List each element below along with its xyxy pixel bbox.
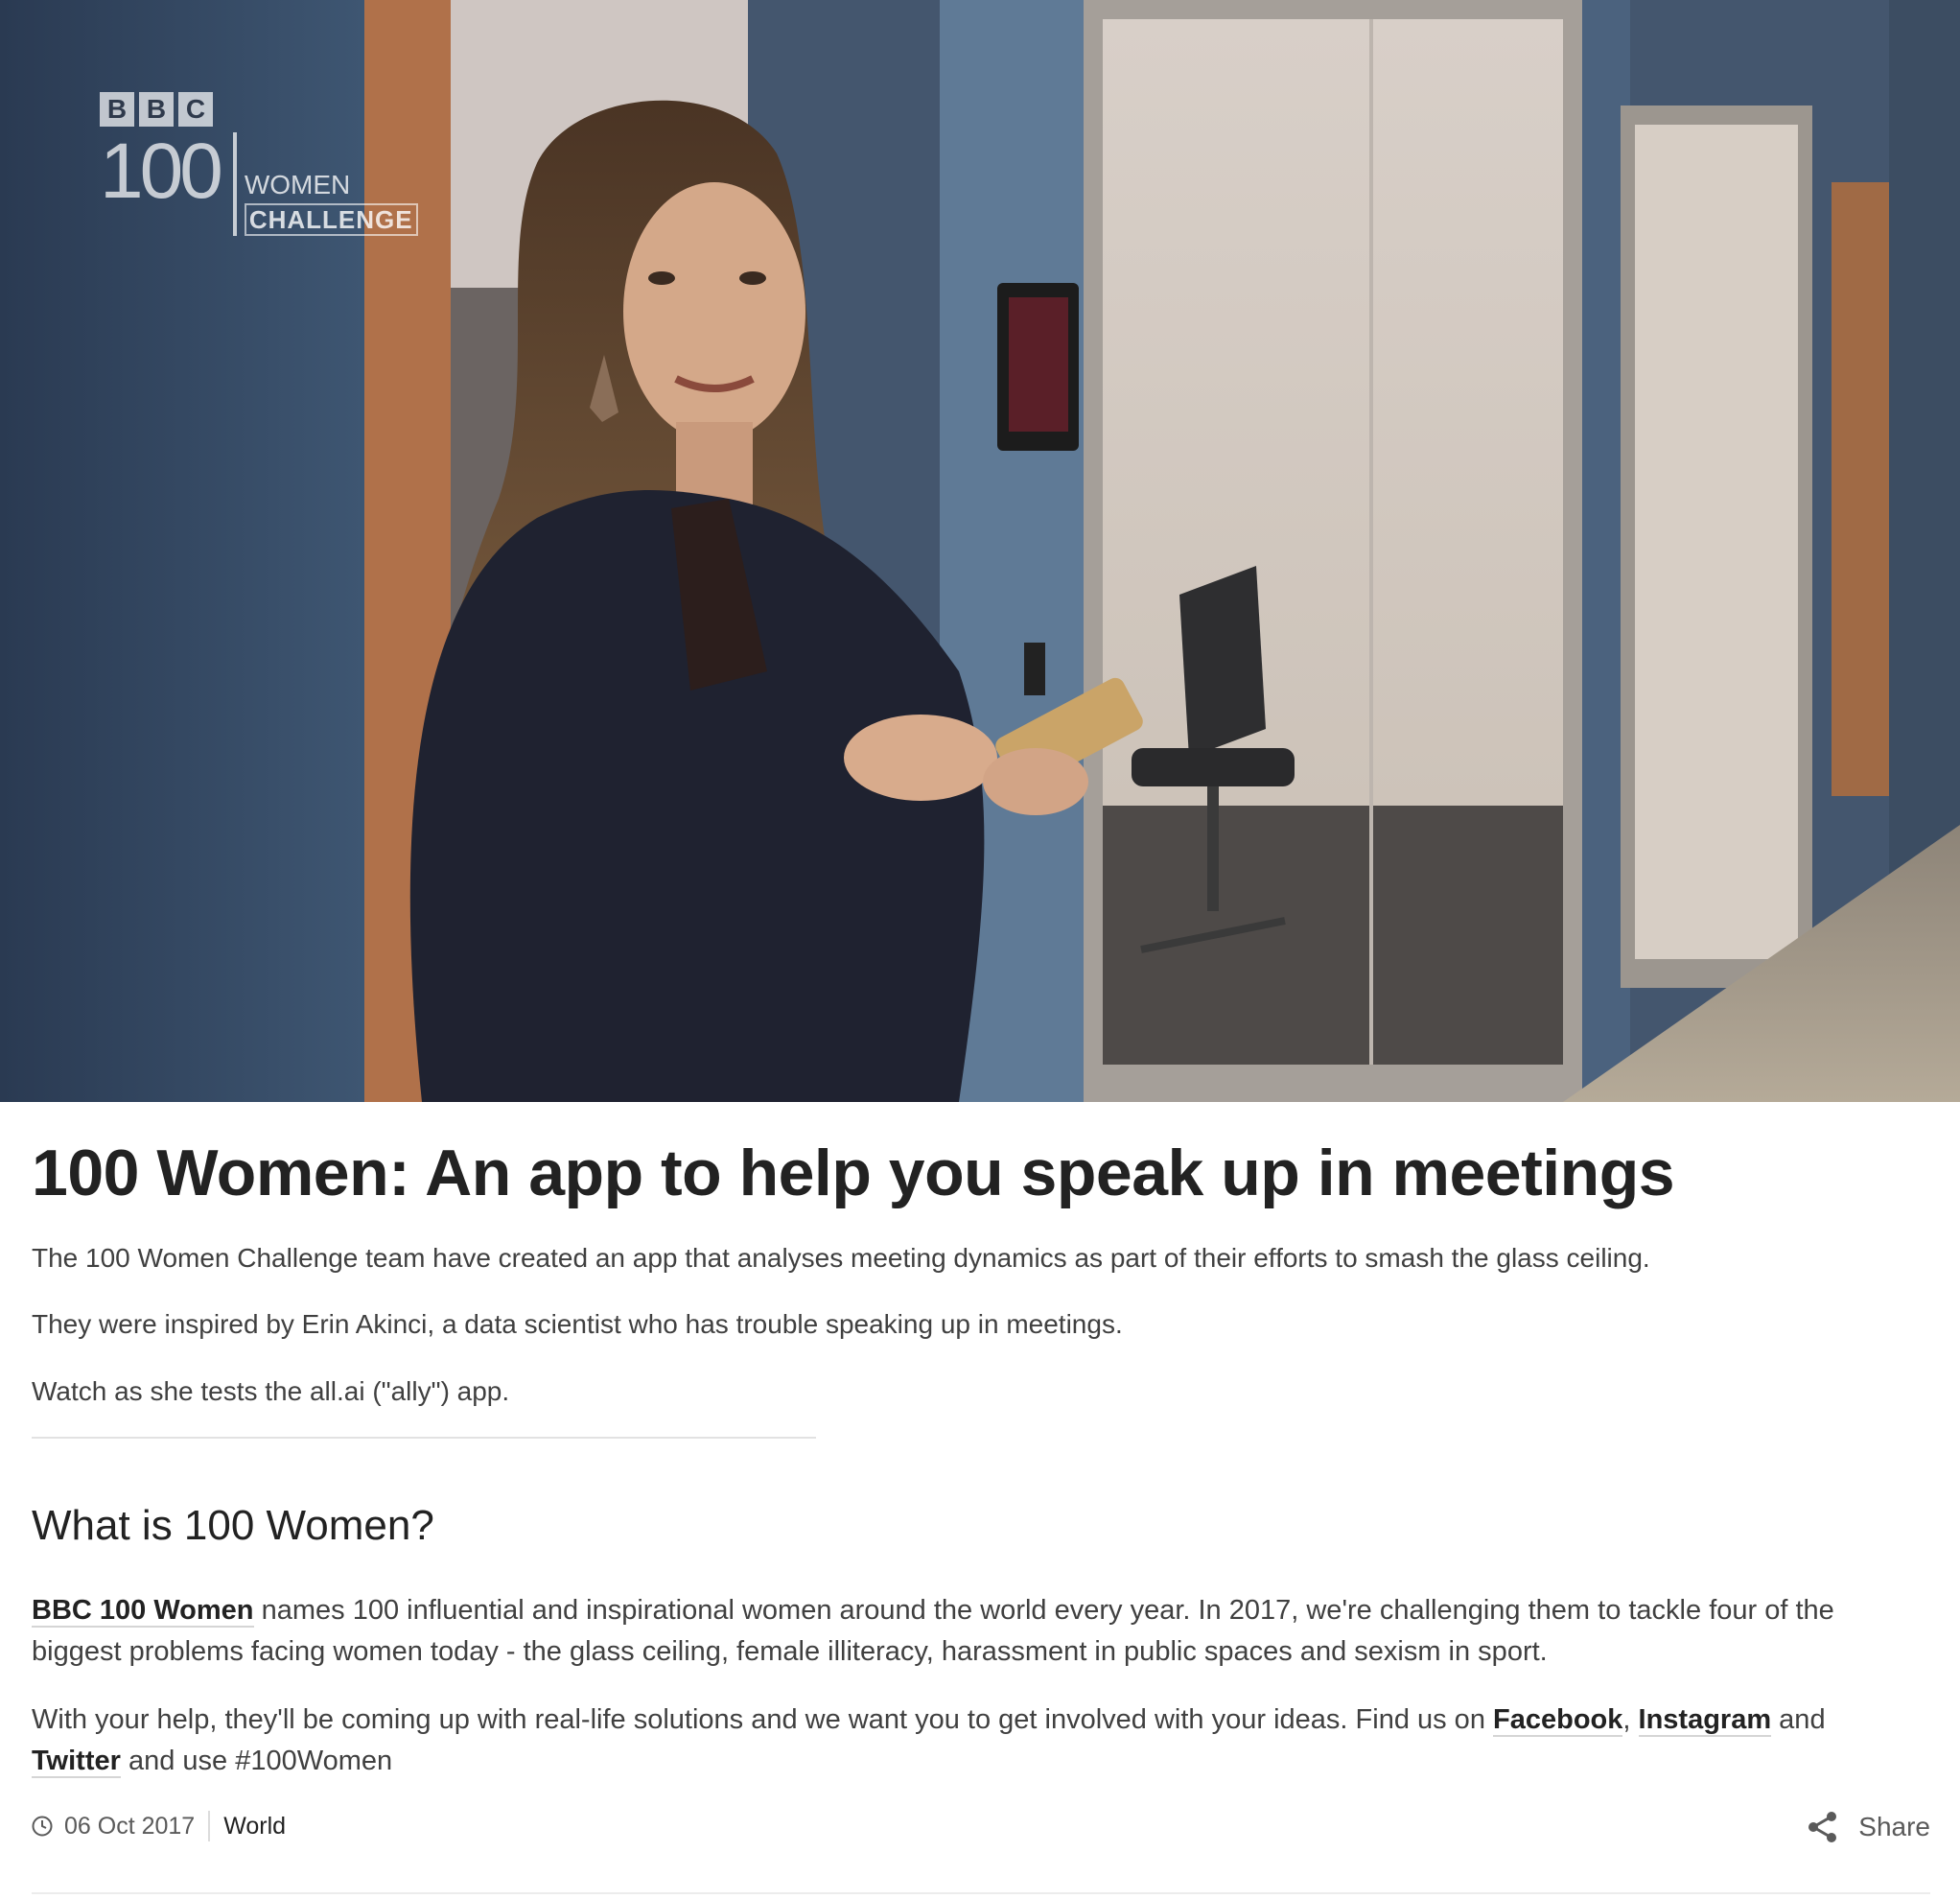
clock-icon: [32, 1816, 53, 1837]
bottom-divider: [32, 1892, 1930, 1894]
bbc-100-women-link[interactable]: BBC 100 Women: [32, 1595, 254, 1628]
section-heading: What is 100 Women?: [32, 1502, 434, 1549]
logo-number: 100: [100, 132, 237, 236]
bbc-100-women-logo: B B C 100 WOMEN CHALLENGE: [100, 92, 418, 236]
hashtag-text: and use #100Women: [120, 1746, 393, 1776]
page-title: 100 Women: An app to help you speak up i…: [32, 1137, 1675, 1209]
logo-tag: CHALLENGE: [244, 203, 418, 236]
bbc-letter-c: C: [178, 92, 213, 127]
social-paragraph-intro: With your help, they'll be coming up wit…: [32, 1704, 1494, 1735]
video-player[interactable]: B B C 100 WOMEN CHALLENGE: [0, 0, 1960, 1102]
instagram-link[interactable]: Instagram: [1638, 1704, 1772, 1737]
social-paragraph: With your help, they'll be coming up wit…: [32, 1700, 1930, 1782]
about-paragraph-text: names 100 influential and inspirational …: [32, 1595, 1834, 1667]
share-icon: [1808, 1812, 1837, 1842]
twitter-link[interactable]: Twitter: [32, 1746, 121, 1778]
bbc-blocks: B B C: [100, 92, 418, 127]
logo-word: WOMEN: [244, 170, 351, 199]
topic-link[interactable]: World: [223, 1813, 286, 1840]
facebook-link[interactable]: Facebook: [1493, 1704, 1623, 1737]
comma-separator: ,: [1622, 1704, 1639, 1735]
intro-paragraph-1: The 100 Women Challenge team have create…: [32, 1243, 1650, 1273]
publish-date: 06 Oct 2017: [64, 1812, 196, 1840]
intro-paragraph-3: Watch as she tests the all.ai ("ally") a…: [32, 1376, 510, 1406]
bbc-letter-b1: B: [100, 92, 134, 127]
section-divider: [32, 1437, 816, 1439]
meta-divider: [208, 1811, 211, 1841]
share-button[interactable]: Share: [1807, 1811, 1930, 1843]
share-label: Share: [1858, 1812, 1930, 1841]
about-paragraph: BBC 100 Women names 100 influential and …: [32, 1590, 1930, 1673]
bbc-letter-b2: B: [139, 92, 174, 127]
article-meta: 06 Oct 2017 World: [32, 1811, 286, 1841]
intro-paragraph-2: They were inspired by Erin Akinci, a dat…: [32, 1309, 1123, 1339]
and-separator: and: [1771, 1704, 1826, 1735]
